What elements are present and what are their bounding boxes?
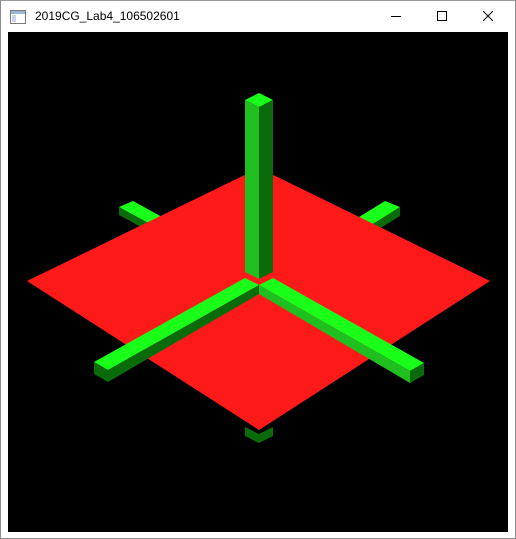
app-window: 2019CG_Lab4_106502601 <box>0 0 516 539</box>
minimize-icon <box>391 8 401 26</box>
minimize-button[interactable] <box>373 1 419 32</box>
app-window-icon <box>10 10 26 24</box>
post-right-face <box>259 100 273 279</box>
maximize-button[interactable] <box>419 1 465 32</box>
close-button[interactable] <box>465 1 511 32</box>
title-bar[interactable]: 2019CG_Lab4_106502601 <box>1 1 515 32</box>
maximize-icon <box>437 8 447 26</box>
close-icon <box>482 8 494 26</box>
post-left-face <box>245 100 259 279</box>
scene-canvas <box>8 32 508 532</box>
window-title: 2019CG_Lab4_106502601 <box>35 9 180 23</box>
opengl-viewport[interactable] <box>8 32 508 532</box>
